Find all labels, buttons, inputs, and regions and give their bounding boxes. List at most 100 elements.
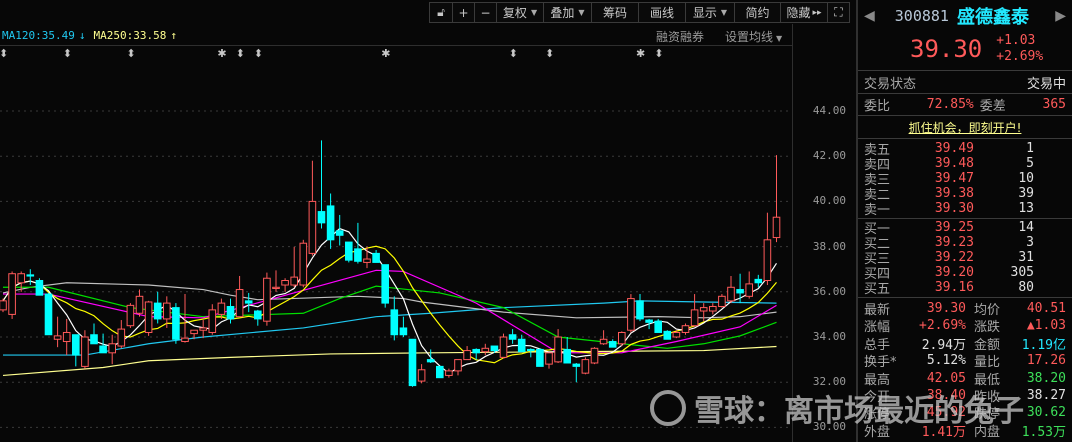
candle[interactable] [126, 303, 135, 328]
candle[interactable] [117, 320, 126, 349]
candle[interactable] [690, 294, 699, 327]
candle[interactable] [727, 275, 735, 304]
candle[interactable] [244, 292, 253, 313]
candle[interactable] [745, 271, 754, 299]
draw-button[interactable]: 画线 [639, 3, 686, 22]
candle[interactable] [699, 303, 708, 322]
candle[interactable] [572, 362, 581, 383]
candle[interactable] [454, 359, 462, 376]
hide-button[interactable]: 隐藏 ▸▸ [781, 3, 828, 22]
candle[interactable] [281, 278, 289, 292]
candle[interactable] [345, 241, 353, 263]
candle[interactable] [235, 275, 244, 318]
candle[interactable] [62, 318, 71, 356]
candle[interactable] [153, 291, 162, 324]
star-marker-icon[interactable]: ✱ [636, 47, 645, 60]
updown-marker-icon[interactable]: ⬍ [509, 47, 518, 60]
prev-stock-icon[interactable]: ◀ [864, 8, 875, 24]
updown-marker-icon[interactable]: ⬍ [654, 47, 663, 60]
chips-button[interactable]: 筹码 [592, 3, 639, 22]
adjust-dropdown[interactable]: 复权 ▼ [497, 3, 544, 22]
candle[interactable] [35, 278, 44, 296]
candle[interactable] [372, 249, 380, 263]
candle[interactable] [681, 323, 690, 335]
candle[interactable] [81, 330, 89, 369]
candle[interactable] [254, 309, 262, 326]
candle[interactable] [199, 320, 207, 339]
candle[interactable] [108, 334, 117, 365]
candle[interactable] [527, 348, 535, 358]
candle[interactable] [390, 296, 399, 341]
candle[interactable] [381, 264, 389, 308]
candle[interactable] [8, 271, 16, 319]
candle[interactable] [645, 318, 653, 330]
candle[interactable] [463, 346, 471, 361]
star-marker-icon[interactable]: ✱ [217, 47, 226, 60]
candle[interactable] [636, 294, 644, 322]
candle[interactable] [563, 337, 572, 364]
candle[interactable] [663, 330, 672, 340]
display-dropdown[interactable]: 显示 ▼ [686, 3, 735, 22]
candle[interactable] [44, 292, 53, 336]
lock-button[interactable]: 🔓︎ [430, 3, 453, 22]
candle[interactable] [299, 239, 308, 288]
candle[interactable] [272, 270, 280, 292]
candle[interactable] [263, 272, 271, 326]
candle[interactable] [508, 329, 517, 344]
set-ma-dropdown[interactable]: 设置均线 ▼ [725, 28, 782, 45]
candle[interactable] [627, 294, 635, 333]
candle[interactable] [599, 330, 608, 345]
candle[interactable] [208, 304, 217, 335]
candle[interactable] [536, 348, 544, 367]
zoom-out-button[interactable]: − [475, 3, 497, 22]
candle[interactable] [144, 300, 153, 336]
candle[interactable] [317, 140, 326, 229]
candle[interactable] [172, 303, 180, 344]
candle[interactable] [554, 329, 562, 363]
candle[interactable] [772, 155, 781, 243]
candle[interactable] [135, 289, 144, 317]
candle[interactable] [417, 364, 426, 384]
candle[interactable] [654, 318, 663, 333]
next-stock-icon[interactable]: ▶ [1055, 8, 1066, 24]
fullscreen-button[interactable]: ⛶ [828, 3, 849, 22]
candle[interactable] [718, 294, 726, 308]
zoom-in-button[interactable]: + [453, 3, 475, 22]
updown-marker-icon[interactable]: ⬍ [254, 47, 263, 60]
updown-marker-icon[interactable]: ⬍ [126, 47, 135, 60]
candle[interactable] [445, 368, 453, 378]
open-account-link[interactable]: 抓住机会，即刻开户! [909, 119, 1022, 136]
updown-marker-icon[interactable]: ⬍ [236, 47, 245, 60]
candle[interactable] [545, 352, 553, 369]
candle[interactable] [436, 365, 444, 379]
candle[interactable] [0, 298, 7, 313]
candle[interactable] [226, 298, 235, 324]
candle[interactable] [499, 333, 508, 359]
star-marker-icon[interactable]: ✱ [381, 47, 390, 60]
candle[interactable] [581, 357, 590, 375]
candle[interactable] [354, 222, 362, 264]
candle[interactable] [90, 323, 98, 345]
candle[interactable] [326, 193, 335, 249]
candle[interactable] [481, 343, 490, 356]
simple-button[interactable]: 简约 [735, 3, 781, 22]
candle[interactable] [290, 246, 298, 288]
updown-marker-icon[interactable]: ⬍ [63, 47, 72, 60]
candle[interactable] [618, 331, 626, 347]
candlestick-chart[interactable] [0, 0, 856, 442]
candle[interactable] [399, 316, 408, 337]
candle[interactable] [709, 303, 717, 315]
candle[interactable] [408, 338, 417, 387]
candle[interactable] [608, 339, 617, 348]
candle[interactable] [763, 212, 772, 286]
margin-trading-link[interactable]: 融资融券 [656, 28, 704, 45]
candle[interactable] [308, 160, 317, 256]
updown-marker-icon[interactable]: ⬍ [545, 47, 554, 60]
updown-marker-icon[interactable]: ⬍ [0, 47, 8, 60]
candle[interactable] [53, 316, 62, 348]
candle[interactable] [72, 334, 80, 367]
candle[interactable] [517, 334, 526, 353]
candle[interactable] [426, 349, 435, 363]
candle[interactable] [590, 347, 599, 365]
candle[interactable] [26, 269, 35, 286]
